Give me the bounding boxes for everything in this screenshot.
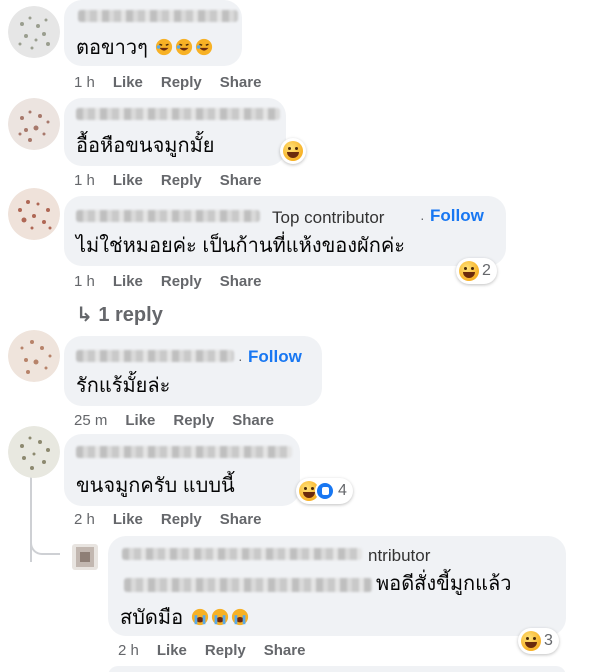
author-name-blurred[interactable] xyxy=(122,548,362,560)
comment-text: ไม่ใช่หมอยค่ะ เป็นก้านที่แห้งของผักค่ะ xyxy=(76,235,405,257)
timestamp[interactable]: 2 h xyxy=(118,642,139,659)
like-reaction-icon xyxy=(315,481,335,501)
share-button[interactable]: Share xyxy=(220,511,262,528)
like-button[interactable]: Like xyxy=(125,412,155,429)
reaction-count: 3 xyxy=(544,632,553,649)
reply-text-line1: พอดีสั่งขี้มูกแล้ว xyxy=(376,573,512,595)
avatar[interactable] xyxy=(72,544,98,570)
grinning-emoji-icon xyxy=(283,141,303,161)
author-name-blurred[interactable] xyxy=(76,108,280,120)
reply-text-blurred xyxy=(124,578,372,592)
reply-button[interactable]: Reply xyxy=(173,412,214,429)
top-contributor-badge[interactable]: Top contributor xyxy=(272,208,384,228)
share-button[interactable]: Share xyxy=(264,642,306,659)
share-button[interactable]: Share xyxy=(220,172,262,189)
comment-text: ตอขาวๆ xyxy=(76,36,213,60)
reaction-summary[interactable]: 2 xyxy=(456,258,497,284)
comment-actions: 1 h Like Reply Share xyxy=(74,74,279,91)
thread-connector xyxy=(30,515,60,555)
comment-text: รักแร้มั้ยล่ะ xyxy=(76,375,171,397)
reply-button[interactable]: Reply xyxy=(161,273,202,290)
comment-text: ขนจมูกครับ แบบนี้ xyxy=(76,475,235,497)
laughing-emoji-icon xyxy=(196,38,213,56)
like-button[interactable]: Like xyxy=(113,74,143,91)
crying-emoji-icon xyxy=(211,608,228,626)
avatar[interactable] xyxy=(8,98,60,150)
reply-text-line2: สบัดมือ xyxy=(120,606,249,630)
reply-button[interactable]: Reply xyxy=(161,511,202,528)
reaction-summary[interactable]: 4 xyxy=(296,478,353,504)
timestamp[interactable]: 25 m xyxy=(74,412,107,429)
like-button[interactable]: Like xyxy=(157,642,187,659)
comment-actions: 25 m Like Reply Share xyxy=(74,412,292,429)
like-button[interactable]: Like xyxy=(113,273,143,290)
follow-button[interactable]: Follow xyxy=(248,347,302,367)
laughing-emoji-icon xyxy=(156,38,173,56)
crying-emoji-icon xyxy=(231,608,248,626)
reaction-summary[interactable] xyxy=(280,138,306,164)
author-name-blurred[interactable] xyxy=(78,10,238,22)
share-button[interactable]: Share xyxy=(220,273,262,290)
next-reply-bubble xyxy=(108,666,566,672)
reply-button[interactable]: Reply xyxy=(205,642,246,659)
comment-text: อื้อหือขนจมูกมั้ย xyxy=(76,135,215,157)
avatar[interactable] xyxy=(8,330,60,382)
crying-emoji-icon xyxy=(191,608,208,626)
grinning-emoji-icon xyxy=(521,631,541,651)
avatar[interactable] xyxy=(8,426,60,478)
author-name-blurred[interactable] xyxy=(76,446,292,458)
separator-dot: · xyxy=(238,351,243,367)
share-button[interactable]: Share xyxy=(220,74,262,91)
view-replies-link[interactable]: ↳ 1 reply xyxy=(76,302,163,327)
author-name-blurred[interactable] xyxy=(76,350,234,362)
timestamp[interactable]: 1 h xyxy=(74,74,95,91)
like-button[interactable]: Like xyxy=(113,511,143,528)
comment-actions: 1 h Like Reply Share xyxy=(74,273,279,290)
avatar[interactable] xyxy=(8,6,60,58)
reply-arrow-icon: ↳ xyxy=(76,304,93,326)
follow-button[interactable]: Follow xyxy=(430,206,484,226)
comment-actions: 1 h Like Reply Share xyxy=(74,172,279,189)
grinning-emoji-icon xyxy=(459,261,479,281)
reply-actions: 2 h Like Reply Share xyxy=(118,642,323,659)
like-button[interactable]: Like xyxy=(113,172,143,189)
author-name-blurred[interactable] xyxy=(76,210,260,222)
separator-dot: · xyxy=(420,210,425,226)
reply-button[interactable]: Reply xyxy=(161,172,202,189)
reaction-summary[interactable]: 3 xyxy=(518,628,559,654)
reaction-count: 2 xyxy=(482,262,491,279)
laughing-emoji-icon xyxy=(176,38,193,56)
avatar[interactable] xyxy=(8,188,60,240)
timestamp[interactable]: 1 h xyxy=(74,273,95,290)
timestamp[interactable]: 1 h xyxy=(74,172,95,189)
reaction-count: 4 xyxy=(338,482,347,499)
comment-actions: 2 h Like Reply Share xyxy=(74,511,279,528)
reply-button[interactable]: Reply xyxy=(161,74,202,91)
timestamp[interactable]: 2 h xyxy=(74,511,95,528)
share-button[interactable]: Share xyxy=(232,412,274,429)
contributor-badge[interactable]: ntributor xyxy=(368,546,430,566)
